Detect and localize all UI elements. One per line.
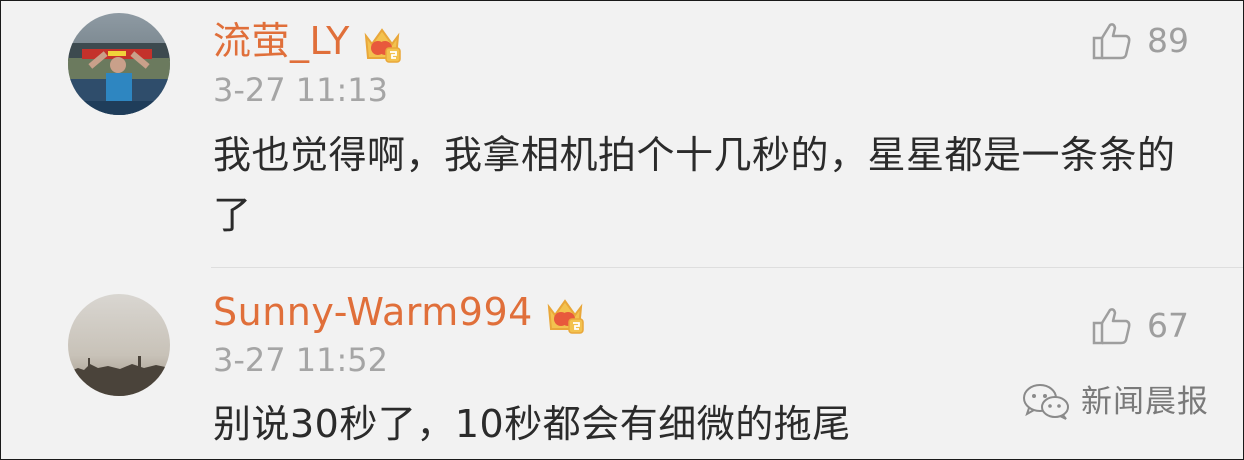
like-count: 67: [1147, 306, 1189, 345]
crown-badge-icon: [547, 298, 584, 334]
timestamp: 3-27 11:52: [213, 341, 389, 379]
avatar[interactable]: [68, 13, 170, 115]
comment-item: 流萤_LY 3-27 11:13 我也觉得啊，我拿相机拍个十几秒的，星星都是一条…: [1, 1, 1243, 267]
like-count: 89: [1147, 21, 1189, 60]
comment-item: Sunny-Warm994 3-27 11:52 别说30秒了，10秒都会有细微…: [1, 268, 1243, 459]
like-button[interactable]: 89: [1091, 21, 1189, 61]
username[interactable]: 流萤_LY: [213, 19, 402, 64]
username[interactable]: Sunny-Warm994: [213, 290, 585, 335]
thumbs-up-icon: [1092, 23, 1131, 60]
crown-badge-icon: [364, 27, 401, 63]
avatar[interactable]: [68, 294, 170, 396]
username-text[interactable]: Sunny-Warm994: [213, 290, 533, 334]
username-text[interactable]: 流萤_LY: [213, 19, 350, 63]
timestamp: 3-27 11:13: [213, 71, 389, 109]
watermark-text: 新闻晨报: [1081, 384, 1209, 420]
watermark: 新闻晨报: [1021, 383, 1209, 421]
comment-list: 流萤_LY 3-27 11:13 我也觉得啊，我拿相机拍个十几秒的，星星都是一条…: [0, 0, 1244, 460]
wechat-icon: [1023, 384, 1069, 420]
comment-text: 我也觉得啊，我拿相机拍个十几秒的，星星都是一条条的了: [213, 133, 1176, 237]
like-button[interactable]: 67: [1091, 306, 1189, 346]
thumbs-up-icon: [1092, 308, 1131, 345]
